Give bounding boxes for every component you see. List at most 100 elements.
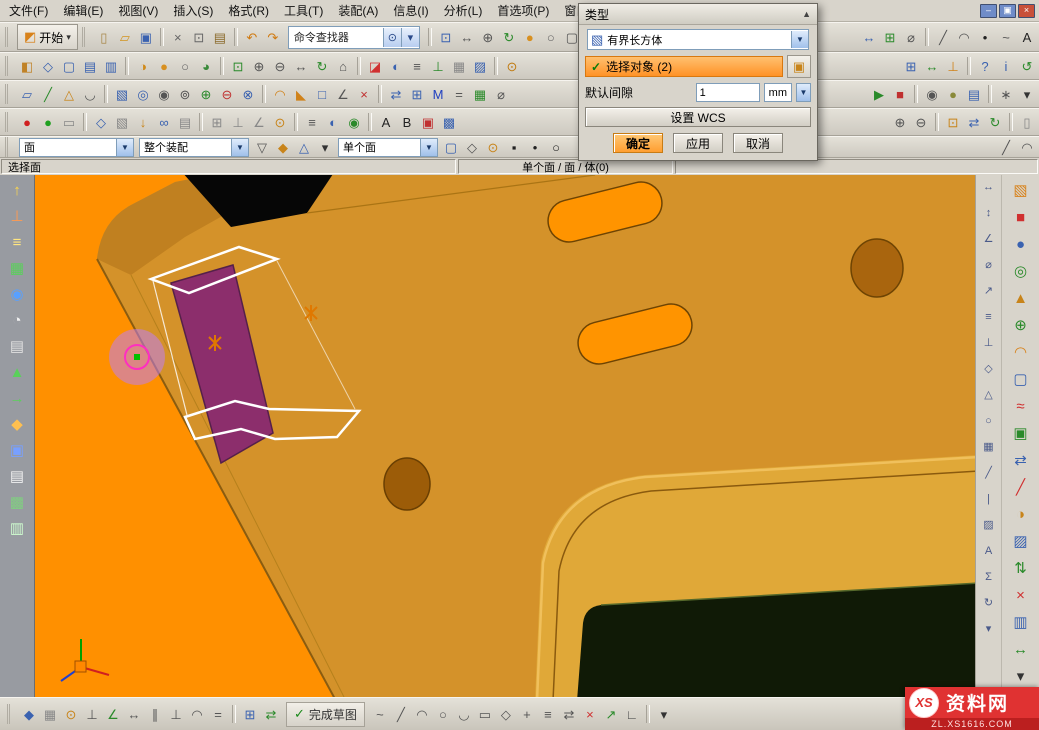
zoom-select-icon[interactable]: ⊕	[890, 113, 910, 132]
camera-icon[interactable]: ◉	[922, 85, 942, 104]
dropdown-arrow-icon[interactable]: ▼	[420, 139, 437, 156]
sketch-snap-icon[interactable]: ⊙	[61, 705, 81, 724]
toolbar-handle[interactable]	[82, 27, 90, 47]
swap-icon[interactable]: ⇅	[1009, 558, 1033, 578]
spline-tool-icon[interactable]: ~	[996, 28, 1016, 47]
display-mode-icon[interactable]: ◧	[17, 57, 37, 76]
view-orient-icon[interactable]: ◇	[91, 113, 111, 132]
chamfer-icon[interactable]: ◣	[291, 85, 311, 104]
wireframe-mode-icon[interactable]: ○	[541, 28, 561, 47]
default-gap-input[interactable]	[696, 83, 760, 102]
save-icon[interactable]: ▣	[136, 28, 156, 47]
type-filter-dropdown[interactable]: 面 ▼	[19, 138, 134, 157]
link-icon[interactable]: ∞	[154, 113, 174, 132]
part-navigator-icon[interactable]: ≡	[5, 232, 29, 252]
stop-icon[interactable]: ■	[890, 85, 910, 104]
mirror-curve-icon[interactable]: ⇄	[559, 705, 579, 724]
highlight-toggle-icon[interactable]: ◆	[273, 138, 293, 157]
cone-icon[interactable]: ▲	[1009, 288, 1033, 308]
revolve-icon[interactable]: ◎	[133, 85, 153, 104]
more-tools-icon[interactable]: ▾	[1009, 666, 1033, 686]
sphere-icon[interactable]: ◎	[1009, 261, 1033, 281]
roles-icon[interactable]: ◆	[5, 414, 29, 434]
directions-icon[interactable]: ↑	[5, 180, 29, 200]
open-icon[interactable]: ▱	[115, 28, 135, 47]
template-icon[interactable]: ▥	[5, 518, 29, 538]
parallel-icon[interactable]: ∥	[145, 705, 165, 724]
journal-icon[interactable]: ▭	[59, 113, 79, 132]
leader-icon[interactable]: ↗	[980, 284, 997, 299]
redo-icon[interactable]: ↷	[263, 28, 283, 47]
apply-button[interactable]: 应用	[673, 133, 723, 153]
bookmark-icon[interactable]: ▤	[5, 466, 29, 486]
info-icon[interactable]: i	[996, 57, 1016, 76]
undo-icon[interactable]: ↶	[242, 28, 262, 47]
snap-toggle-icon[interactable]: ⊙	[483, 138, 503, 157]
shrink-icon[interactable]: ⊖	[911, 113, 931, 132]
perpendicular-icon[interactable]: ⊥	[166, 705, 186, 724]
split-body-icon[interactable]: ╱	[1009, 477, 1033, 497]
sketch-line-icon[interactable]: ╱	[391, 705, 411, 724]
grid-snap-icon[interactable]: ⊞	[207, 113, 227, 132]
constraint-icon[interactable]: ⊥	[943, 57, 963, 76]
dimension-tool-icon[interactable]: ↔	[124, 705, 144, 724]
weld-symbol-icon[interactable]: △	[980, 388, 997, 403]
ok-button[interactable]: 确定	[613, 133, 663, 153]
toolbar-handle[interactable]	[5, 137, 13, 157]
wcs-display-icon[interactable]: ⊥	[428, 57, 448, 76]
section-line-icon[interactable]: ╱	[980, 466, 997, 481]
subtract-icon[interactable]: ⊖	[217, 85, 237, 104]
top-view-icon[interactable]: ▤	[80, 57, 100, 76]
update-views-icon[interactable]: ↻	[980, 596, 997, 611]
studio-render-icon[interactable]: ◕	[196, 57, 216, 76]
hatch-tool-icon[interactable]: ▨	[980, 518, 997, 533]
finish-sketch-button[interactable]: ✓ 完成草图	[286, 702, 365, 727]
sigma-icon[interactable]: Σ	[980, 570, 997, 585]
graphics-window[interactable]	[35, 175, 975, 697]
menu-item-10[interactable]: 首选项(P)	[490, 0, 556, 21]
angle-snap-icon[interactable]: ∠	[249, 113, 269, 132]
pan-icon[interactable]: ↔	[457, 28, 477, 47]
edit-text-icon[interactable]: A	[980, 544, 997, 559]
quick-extend-icon[interactable]: ↗	[601, 705, 621, 724]
menu-item-3[interactable]: 视图(V)	[111, 0, 165, 21]
convert-icon[interactable]: ⇄	[261, 705, 281, 724]
sketch-icon[interactable]: △	[59, 85, 79, 104]
delete-face-icon[interactable]: ×	[1009, 585, 1033, 605]
toolbar-handle[interactable]	[5, 56, 13, 76]
history-icon[interactable]: ◔	[5, 310, 29, 330]
collapse-icon[interactable]: ▲	[802, 9, 811, 19]
shell-icon[interactable]: □	[312, 85, 332, 104]
line-tool-icon[interactable]: ╱	[933, 28, 953, 47]
front-view-icon[interactable]: ▢	[59, 57, 79, 76]
hole-icon[interactable]: ◉	[154, 85, 174, 104]
dropdown-arrow-icon[interactable]: ▼	[116, 139, 133, 156]
spreadsheet-icon[interactable]: ▦	[470, 85, 490, 104]
bold-icon[interactable]: B	[397, 113, 417, 132]
shaded-mode-icon[interactable]: ●	[520, 28, 540, 47]
menu-item-6[interactable]: 工具(T)	[277, 0, 330, 21]
menu-item-1[interactable]: 文件(F)	[2, 0, 55, 21]
equal-icon[interactable]: =	[208, 705, 228, 724]
play-macro-icon[interactable]: ●	[38, 113, 58, 132]
show-hide-icon[interactable]: ◐	[386, 57, 406, 76]
filter-more-icon[interactable]: ▾	[315, 138, 335, 157]
color-icon[interactable]: ▣	[418, 113, 438, 132]
perspective-icon[interactable]: ⌂	[333, 57, 353, 76]
scene-icon[interactable]: ▣	[5, 440, 29, 460]
menu-item-2[interactable]: 编辑(E)	[56, 0, 110, 21]
type-dropdown[interactable]: ▧ 有界长方体 ▼	[587, 29, 809, 50]
rotate-icon[interactable]: ↻	[499, 28, 519, 47]
pin-rail-icon[interactable]: ▾	[980, 622, 997, 637]
thicken-icon[interactable]: ▣	[1009, 423, 1033, 443]
zoom-in-icon[interactable]: ⊕	[249, 57, 269, 76]
rectangle-icon[interactable]: ▭	[475, 705, 495, 724]
play-icon[interactable]: ▶	[869, 85, 889, 104]
delete-icon[interactable]: ▯	[1017, 113, 1037, 132]
menu-item-5[interactable]: 格式(R)	[221, 0, 276, 21]
arc-snap-icon[interactable]: ◠	[1017, 138, 1037, 157]
sketch-point-icon[interactable]: ◆	[19, 705, 39, 724]
pattern-icon[interactable]: ⊞	[880, 28, 900, 47]
point-tool-icon[interactable]: •	[975, 28, 995, 47]
mirror-icon[interactable]: ⇄	[386, 85, 406, 104]
